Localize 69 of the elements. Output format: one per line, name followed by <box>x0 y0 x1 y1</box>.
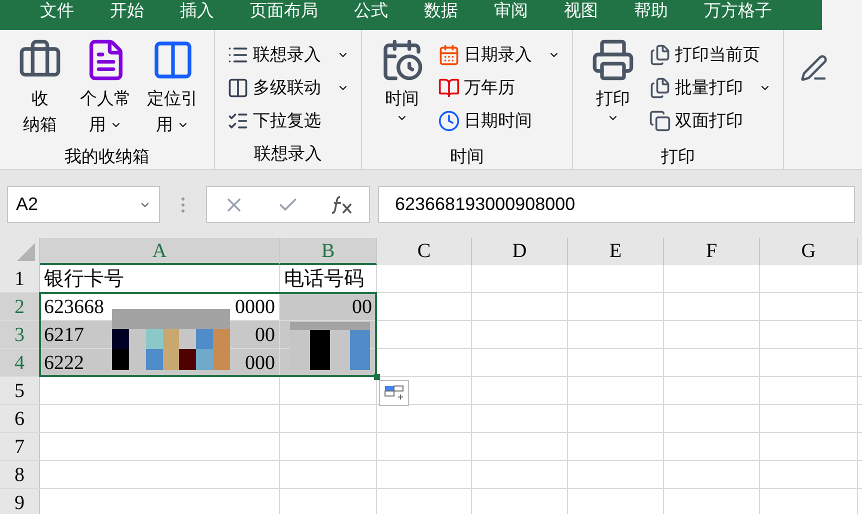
menu-tab[interactable]: 数据 <box>406 0 476 30</box>
menu-tab[interactable]: 公式 <box>336 0 406 30</box>
menu-tab[interactable]: 插入 <box>162 0 232 30</box>
column-header[interactable]: C <box>377 238 472 265</box>
pen-icon <box>800 54 828 82</box>
calendar-icon <box>438 44 460 66</box>
cell-text: 6222 <box>44 350 84 376</box>
menu-tab[interactable]: 开始 <box>92 0 162 30</box>
print-page-icon <box>649 44 671 66</box>
cell-text: 00 <box>352 294 372 320</box>
column-header[interactable]: E <box>568 238 664 265</box>
group-label: 我的收纳箱 <box>64 146 150 168</box>
printer-icon <box>591 38 635 82</box>
ribbon-small-button[interactable]: 下拉复选 <box>227 104 349 137</box>
cell-text: 000 <box>245 350 275 376</box>
cell-text: 电话号码 <box>284 266 364 292</box>
menu-tab[interactable]: 万方格子 <box>686 0 790 30</box>
group-label: 打印 <box>660 146 696 168</box>
columns-icon <box>227 76 249 98</box>
column-header[interactable]: B <box>280 238 377 265</box>
ribbon-small-button[interactable]: 多级联动 <box>227 71 349 104</box>
row-header[interactable]: 3 <box>0 321 40 348</box>
duplex-icon <box>649 110 671 132</box>
cell-text: 6217 <box>44 322 84 348</box>
row-header[interactable]: 9 <box>0 489 40 514</box>
cell-text: 银行卡号 <box>44 266 124 292</box>
clock-icon <box>438 110 460 132</box>
ribbon-small-button[interactable]: 双面打印 <box>649 104 771 137</box>
menu-tab[interactable]: 审阅 <box>476 0 546 30</box>
menu-tab[interactable]: 帮助 <box>616 0 686 30</box>
ribbon-large-button[interactable]: 个人常 用 <box>76 34 135 144</box>
ribbon-small-button[interactable]: 日期录入 <box>438 38 560 71</box>
row-header[interactable]: 6 <box>0 405 40 432</box>
cell-text: 0000 <box>235 294 275 320</box>
cell-text: 00 <box>255 322 275 348</box>
ribbon-small-button[interactable]: 日期时间 <box>438 104 560 137</box>
row-header[interactable]: 7 <box>0 433 40 460</box>
corner-triangle-icon <box>17 243 35 261</box>
menu-tab[interactable]: 页面布局 <box>232 0 336 30</box>
print-page-icon <box>649 76 671 98</box>
ribbon-large-button[interactable]: 打印 <box>585 34 641 144</box>
row-header[interactable]: 5 <box>0 377 40 404</box>
row-header[interactable]: 1 <box>0 265 40 292</box>
ribbon-large-button[interactable]: 收 纳箱 <box>12 34 68 144</box>
ribbon-small-button[interactable]: 联想录入 <box>227 38 349 71</box>
column-header[interactable]: G <box>760 238 858 265</box>
group-label: 时间 <box>449 146 485 168</box>
grip-icon <box>181 196 185 214</box>
row-header[interactable]: 4 <box>0 349 40 376</box>
row-header[interactable]: 2 <box>0 293 40 320</box>
menu-tab[interactable]: 视图 <box>546 0 616 30</box>
row-header[interactable]: 8 <box>0 461 40 488</box>
column-header[interactable]: D <box>472 238 568 265</box>
quick-analysis-button[interactable] <box>379 380 409 406</box>
name-box[interactable]: A2 <box>7 186 160 223</box>
ribbon-small-button[interactable]: 批量打印 <box>649 71 771 104</box>
menu-tab[interactable]: 文件 <box>22 0 92 30</box>
function-icon[interactable] <box>331 194 353 214</box>
cell-text: 623668 <box>44 294 104 320</box>
quick-analysis-icon <box>384 385 404 401</box>
ribbon-large-button[interactable]: 定位引 用 <box>143 34 202 144</box>
formula-field[interactable]: 623668193000908000 <box>378 186 855 223</box>
column-header[interactable]: F <box>664 238 760 265</box>
column-header[interactable]: A <box>40 238 280 265</box>
ribbon-small-button[interactable]: 打印当前页 <box>649 38 771 71</box>
group-label: 联想录入 <box>253 143 323 165</box>
ribbon-large-button[interactable]: 时间 <box>374 34 430 144</box>
ribbon-small-button[interactable]: 万年历 <box>438 71 560 104</box>
fill-handle[interactable] <box>374 374 380 380</box>
